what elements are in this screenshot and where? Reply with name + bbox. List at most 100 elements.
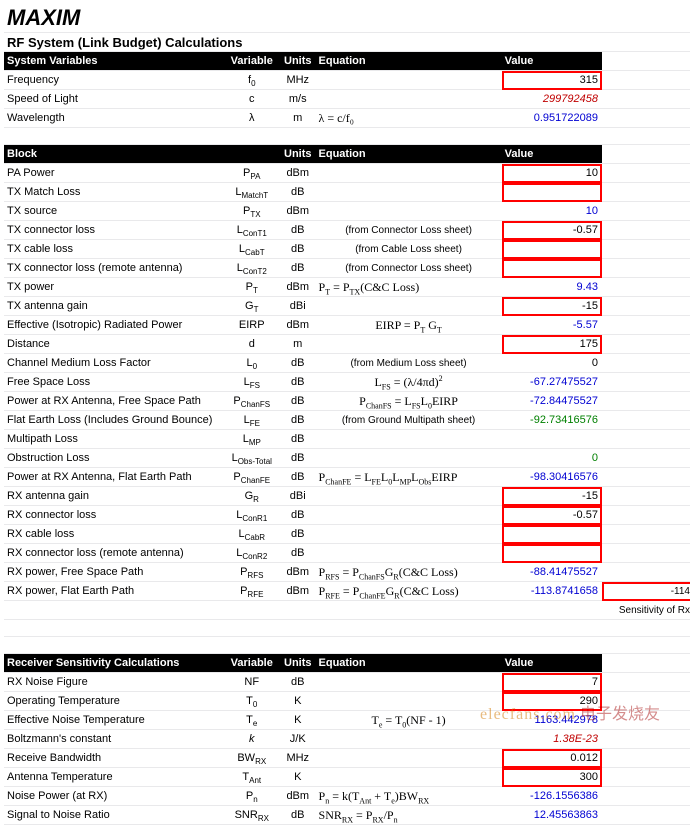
block-label: TX source bbox=[4, 202, 224, 221]
block-label: Effective (Isotropic) Radiated Power bbox=[4, 316, 224, 335]
block-equation bbox=[316, 525, 502, 544]
block-equation bbox=[316, 506, 502, 525]
hdr-equation: Equation bbox=[316, 52, 502, 71]
receiver-equation bbox=[316, 749, 502, 768]
block-value: 0 bbox=[502, 354, 602, 373]
block-label: TX connector loss (remote antenna) bbox=[4, 259, 224, 278]
block-var: PRFS bbox=[224, 563, 280, 582]
block-value: -98.30416576 bbox=[502, 468, 602, 487]
sysvar-value: 0.951722089 bbox=[502, 109, 602, 128]
receiver-value: 290 bbox=[502, 692, 602, 711]
block-equation: LFS = (λ/4πd)2 bbox=[316, 373, 502, 392]
block-value: -113.8741658 bbox=[502, 582, 602, 601]
block-value: -15 bbox=[502, 297, 602, 316]
block-value: -67.27475527 bbox=[502, 373, 602, 392]
block-units: dB bbox=[280, 392, 316, 411]
block-value: -5.57 bbox=[502, 316, 602, 335]
block-units: dB bbox=[280, 411, 316, 430]
block-units: dB bbox=[280, 430, 316, 449]
block-label: PA Power bbox=[4, 164, 224, 183]
block-label: TX connector loss bbox=[4, 221, 224, 240]
block-equation: PRFS = PChanFSGR(C&C Loss) bbox=[316, 563, 502, 582]
hdr-sysvar: System Variables bbox=[4, 52, 224, 71]
receiver-label: Signal to Noise Ratio bbox=[4, 806, 224, 825]
page-title: RF System (Link Budget) Calculations bbox=[4, 33, 690, 52]
block-value: 0 bbox=[502, 449, 602, 468]
block-label: TX cable loss bbox=[4, 240, 224, 259]
block-equation bbox=[316, 202, 502, 221]
receiver-equation bbox=[316, 692, 502, 711]
receiver-label: RX Noise Figure bbox=[4, 673, 224, 692]
block-units: dBm bbox=[280, 582, 316, 601]
block-equation: PChanFE = LFEL0LMPLObsEIRP bbox=[316, 468, 502, 487]
receiver-equation bbox=[316, 768, 502, 787]
block-var: LMatchT bbox=[224, 183, 280, 202]
block-label: RX connector loss (remote antenna) bbox=[4, 544, 224, 563]
block-value bbox=[502, 430, 602, 449]
sysvar-label: Wavelength bbox=[4, 109, 224, 128]
block-units: dB bbox=[280, 221, 316, 240]
receiver-var: BWRX bbox=[224, 749, 280, 768]
block-equation bbox=[316, 487, 502, 506]
block-var: LObs-Total bbox=[224, 449, 280, 468]
sysvar-units: m bbox=[280, 109, 316, 128]
block-units: dB bbox=[280, 525, 316, 544]
block-units: dB bbox=[280, 183, 316, 202]
block-units: dBm bbox=[280, 202, 316, 221]
block-value: 10 bbox=[502, 202, 602, 221]
block-var: LConT2 bbox=[224, 259, 280, 278]
sysvar-var: λ bbox=[224, 109, 280, 128]
receiver-units: K bbox=[280, 692, 316, 711]
block-units: dB bbox=[280, 373, 316, 392]
hdr-receiver: Receiver Sensitivity Calculations bbox=[4, 654, 224, 673]
block-var: LFE bbox=[224, 411, 280, 430]
block-value bbox=[502, 544, 602, 563]
receiver-var: k bbox=[224, 730, 280, 749]
block-equation: (from Connector Loss sheet) bbox=[316, 221, 502, 240]
block-equation: (from Medium Loss sheet) bbox=[316, 354, 502, 373]
receiver-units: K bbox=[280, 711, 316, 730]
receiver-label: Antenna Temperature bbox=[4, 768, 224, 787]
block-equation: (from Ground Multipath sheet) bbox=[316, 411, 502, 430]
receiver-equation bbox=[316, 730, 502, 749]
receiver-var: TAnt bbox=[224, 768, 280, 787]
block-value bbox=[502, 240, 602, 259]
block-value bbox=[502, 183, 602, 202]
block-equation bbox=[316, 544, 502, 563]
receiver-value: 0.012 bbox=[502, 749, 602, 768]
block-label: Distance bbox=[4, 335, 224, 354]
block-equation: PT = PTX(C&C Loss) bbox=[316, 278, 502, 297]
block-value: -15 bbox=[502, 487, 602, 506]
block-label: Flat Earth Loss (Includes Ground Bounce) bbox=[4, 411, 224, 430]
block-equation: (from Connector Loss sheet) bbox=[316, 259, 502, 278]
block-var: LCabT bbox=[224, 240, 280, 259]
receiver-value: 1.38E-23 bbox=[502, 730, 602, 749]
block-units: dBi bbox=[280, 297, 316, 316]
sysvar-label: Frequency bbox=[4, 71, 224, 90]
sysvar-units: m/s bbox=[280, 90, 316, 109]
block-label: TX antenna gain bbox=[4, 297, 224, 316]
block-units: dB bbox=[280, 468, 316, 487]
sysvar-label: Speed of Light bbox=[4, 90, 224, 109]
block-equation: PChanFS = LFSL0EIRP bbox=[316, 392, 502, 411]
block-units: dB bbox=[280, 259, 316, 278]
spreadsheet-table: MAXIMRF System (Link Budget) Calculation… bbox=[4, 4, 690, 825]
block-value: 10 bbox=[502, 164, 602, 183]
block-var: PTX bbox=[224, 202, 280, 221]
block-label: Power at RX Antenna, Free Space Path bbox=[4, 392, 224, 411]
block-units: m bbox=[280, 335, 316, 354]
block-value: -72.84475527 bbox=[502, 392, 602, 411]
block-var: d bbox=[224, 335, 280, 354]
block-equation bbox=[316, 449, 502, 468]
block-var: PPA bbox=[224, 164, 280, 183]
block-var: LConR2 bbox=[224, 544, 280, 563]
block-label: RX cable loss bbox=[4, 525, 224, 544]
block-var: PChanFE bbox=[224, 468, 280, 487]
block-value: -0.57 bbox=[502, 221, 602, 240]
sysvar-units: MHz bbox=[280, 71, 316, 90]
receiver-value: 7 bbox=[502, 673, 602, 692]
block-equation bbox=[316, 335, 502, 354]
sysvar-var: f0 bbox=[224, 71, 280, 90]
block-value: -92.73416576 bbox=[502, 411, 602, 430]
block-var: LConR1 bbox=[224, 506, 280, 525]
